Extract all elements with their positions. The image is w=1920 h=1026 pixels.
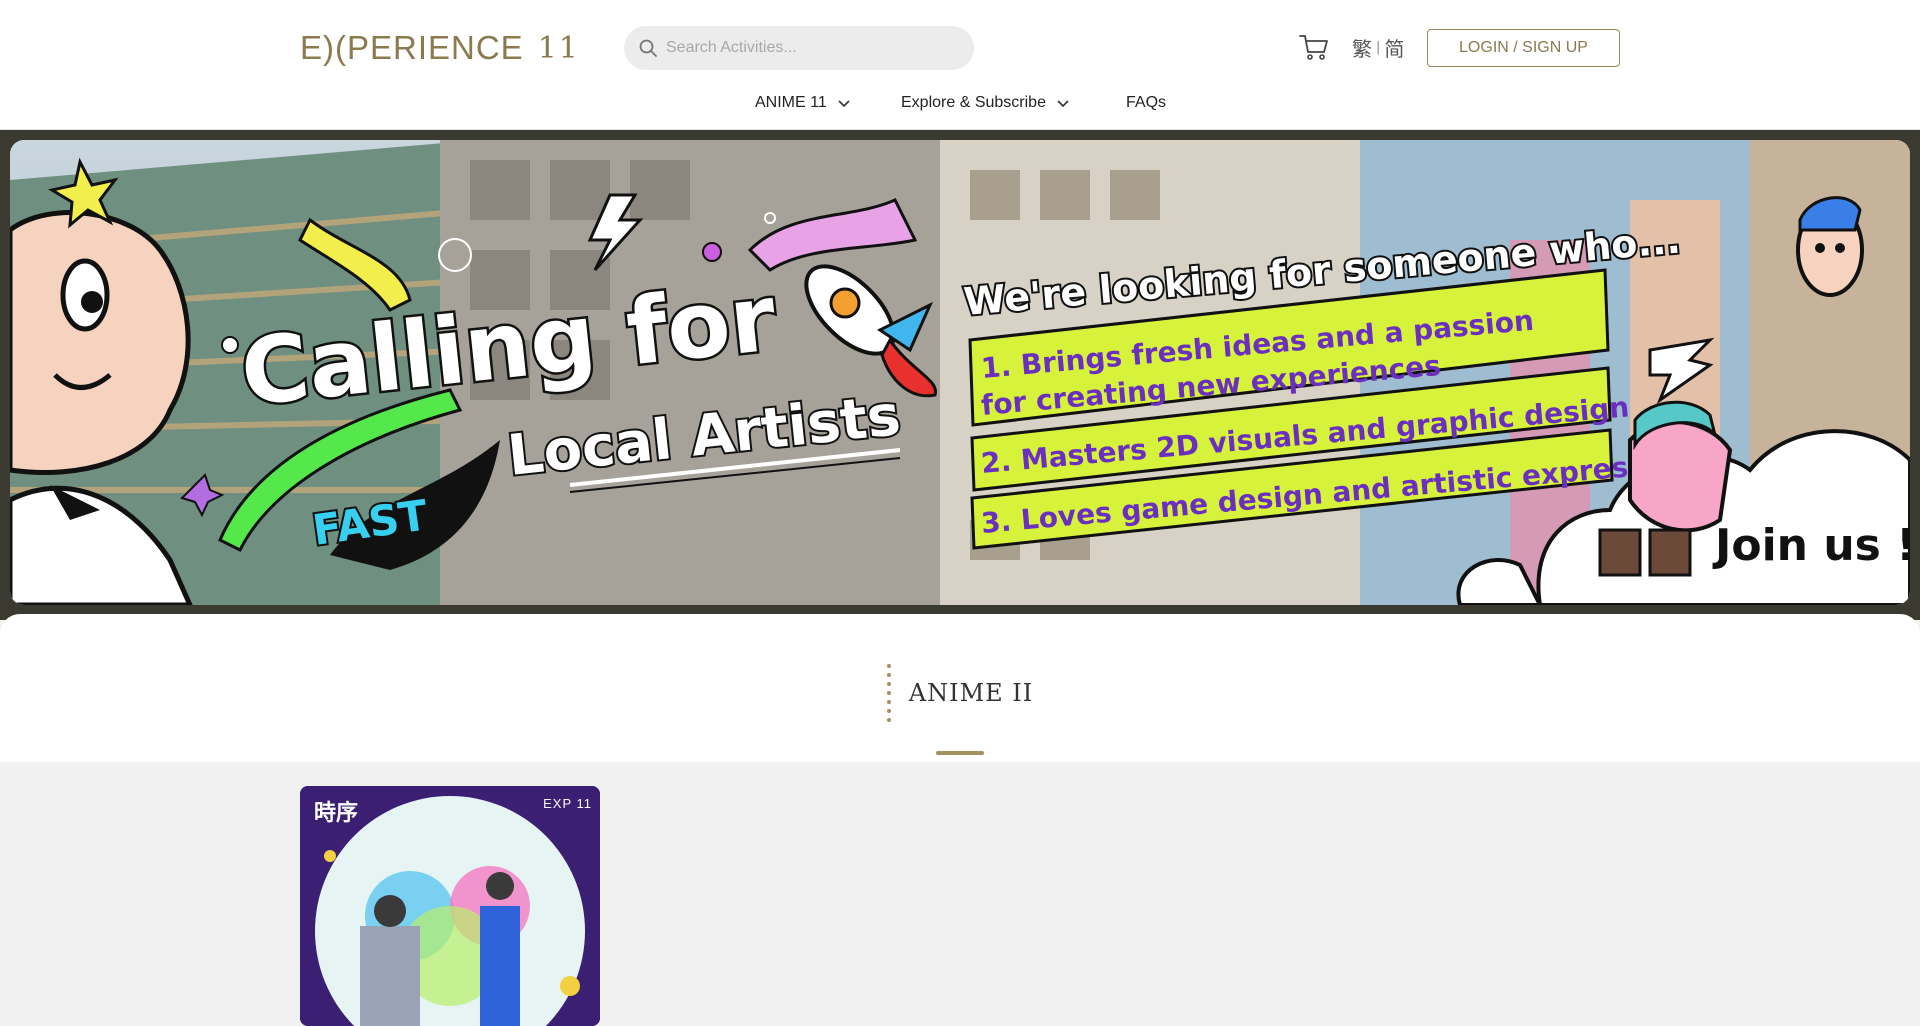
nav-label: FAQs <box>1126 94 1167 111</box>
lang-traditional[interactable]: 繁 <box>1352 33 1372 62</box>
chevron-down-icon <box>1057 100 1069 108</box>
search-icon <box>639 39 657 57</box>
logo-text: E)(PERIENCE <box>300 29 524 66</box>
decorative-dots <box>886 664 891 722</box>
nav-item-anime11[interactable]: ANIME 11 <box>755 94 851 112</box>
banner-cta: Join us ! <box>1712 520 1910 571</box>
section-title: ANIME II <box>0 664 1920 722</box>
hero-banner[interactable]: Calling for Local Artists FAST We're loo… <box>10 140 1910 605</box>
card-tag: EXP 11 <box>543 796 592 811</box>
search-bar[interactable] <box>624 26 974 70</box>
site-header: E)(PERIENCE 11 繁 | 简 LOGIN / SIGN UP ANI… <box>0 0 1920 130</box>
nav-item-faqs[interactable]: FAQs <box>1126 94 1166 112</box>
logo-number: 11 <box>537 30 580 66</box>
hero-banner-area: Calling for Local Artists FAST We're loo… <box>0 130 1920 620</box>
lang-simplified[interactable]: 简 <box>1384 33 1404 62</box>
lang-separator: | <box>1376 40 1381 55</box>
site-logo[interactable]: E)(PERIENCE 11 <box>300 29 580 66</box>
section-heading: ANIME II <box>908 679 1034 707</box>
chevron-down-icon <box>838 100 850 108</box>
cartoon-face-right <box>1796 196 1864 297</box>
section-underline <box>936 751 984 755</box>
language-switcher: 繁 | 简 <box>1352 33 1404 62</box>
svg-text:時序: 時序 <box>314 800 358 826</box>
nav-label: Explore & Subscribe <box>901 94 1046 111</box>
nav-item-explore-subscribe[interactable]: Explore & Subscribe <box>901 94 1070 112</box>
cart-icon[interactable] <box>1298 32 1330 62</box>
login-signup-button[interactable]: LOGIN / SIGN UP <box>1427 29 1620 67</box>
nav-label: ANIME 11 <box>755 94 827 111</box>
activity-card-image: 時序 <box>300 786 600 1026</box>
activity-card[interactable]: 時序 EXP 11 <box>300 786 600 1026</box>
search-input[interactable] <box>666 39 946 57</box>
cartoon-face-left <box>10 210 193 605</box>
banner-artwork: Calling for Local Artists FAST We're loo… <box>10 140 1910 605</box>
